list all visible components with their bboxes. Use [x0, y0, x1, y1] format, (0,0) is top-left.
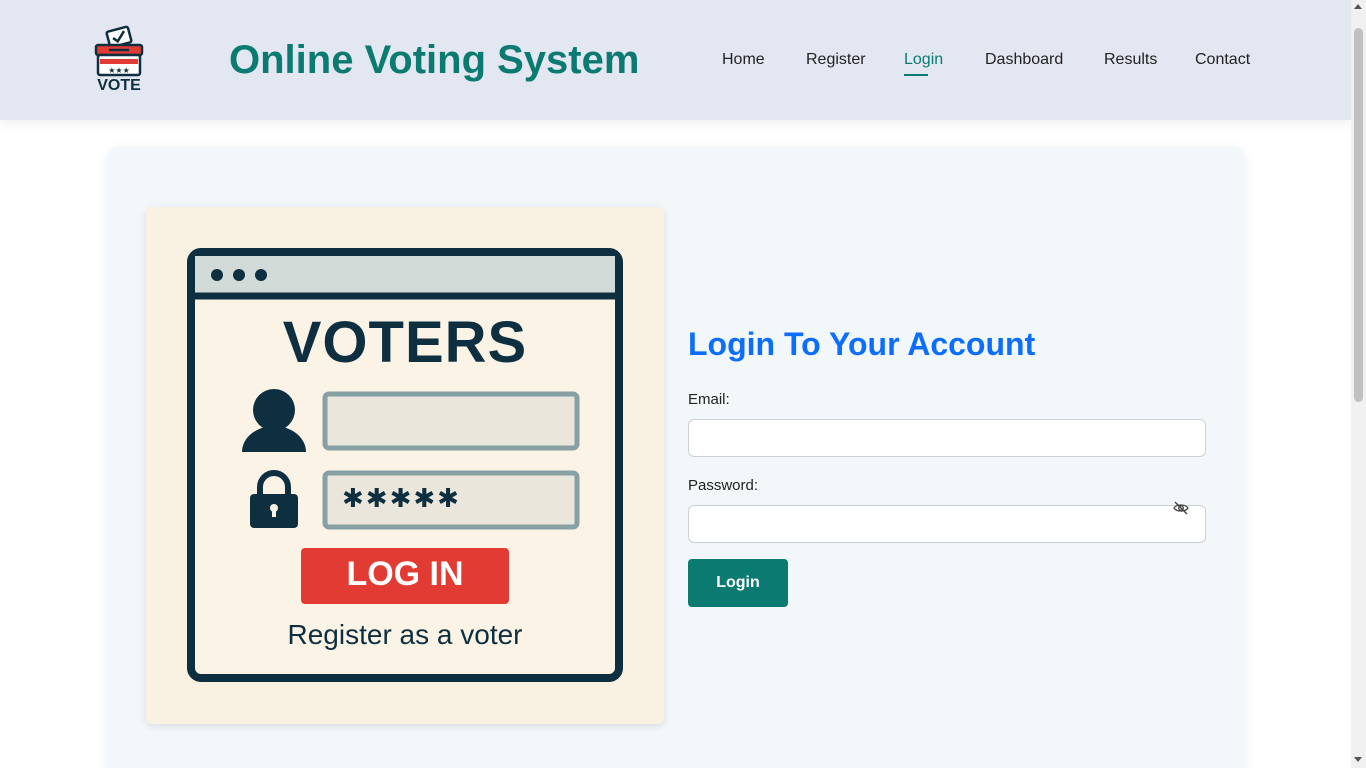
- password-field[interactable]: [688, 505, 1206, 543]
- eye-slash-icon[interactable]: [1173, 501, 1189, 515]
- window-dot-icon: [211, 269, 223, 281]
- form-title: Login To Your Account: [688, 326, 1036, 362]
- scroll-up-arrow-icon[interactable]: [1354, 4, 1362, 9]
- illustration-password-mask: ✱✱✱✱✱: [342, 484, 461, 514]
- main-nav: Home Register Login Dashboard Results Co…: [0, 51, 1351, 76]
- nav-results[interactable]: Results: [1104, 51, 1157, 69]
- page-scrollbar[interactable]: [1351, 0, 1366, 768]
- voters-login-illustration: VOTERS ✱✱✱✱✱ LOG IN Register as a voter: [146, 207, 664, 724]
- site-header: ★★★ VOTE Online Voting System Home Regis…: [0, 0, 1351, 120]
- nav-login[interactable]: Login: [904, 51, 943, 69]
- email-field[interactable]: [688, 419, 1206, 457]
- logo-text: VOTE: [97, 77, 141, 94]
- login-button[interactable]: Login: [688, 559, 788, 607]
- nav-home[interactable]: Home: [722, 51, 765, 69]
- illustration-login-button: LOG IN: [346, 555, 464, 593]
- nav-dashboard[interactable]: Dashboard: [985, 51, 1063, 69]
- illustration-heading: VOTERS: [282, 310, 528, 375]
- scroll-down-arrow-icon[interactable]: [1354, 757, 1362, 762]
- nav-register[interactable]: Register: [806, 51, 866, 69]
- email-label: Email:: [688, 391, 730, 408]
- nav-contact[interactable]: Contact: [1195, 51, 1250, 69]
- window-dot-icon: [233, 269, 245, 281]
- password-label: Password:: [688, 477, 759, 494]
- window-dot-icon: [255, 269, 267, 281]
- scrollbar-thumb[interactable]: [1354, 28, 1363, 402]
- active-nav-underline: [904, 74, 928, 76]
- illustration-caption: Register as a voter: [287, 619, 523, 650]
